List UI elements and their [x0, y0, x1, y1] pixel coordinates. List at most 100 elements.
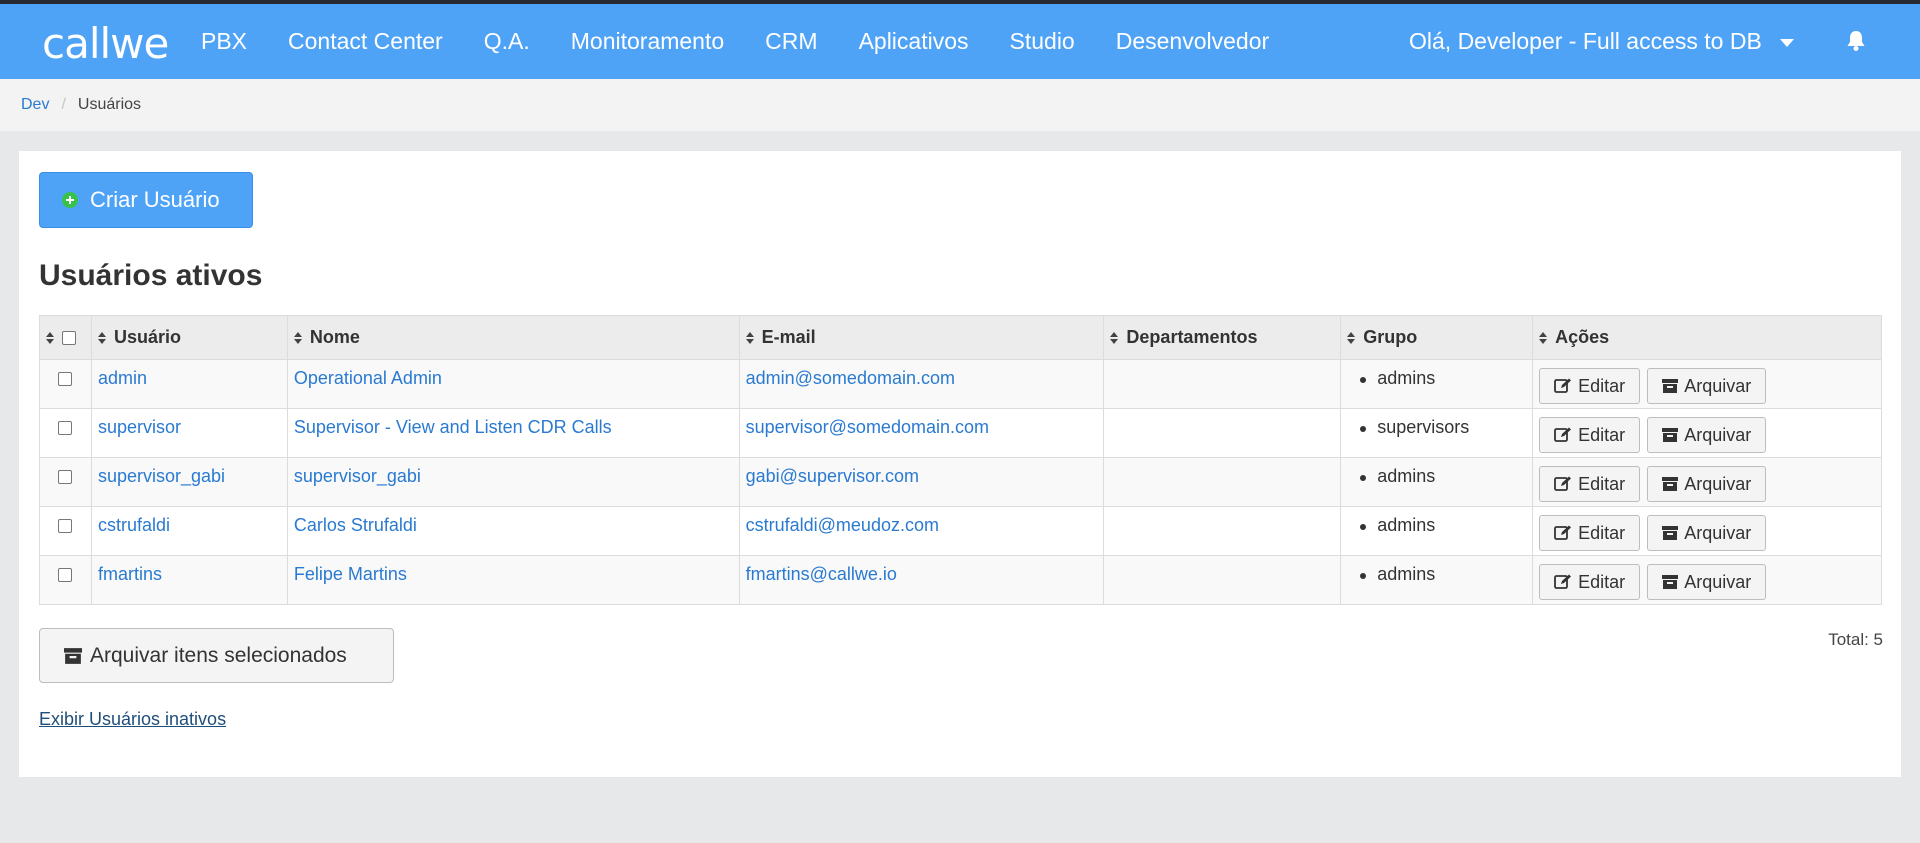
nav-item-desenvolvedor[interactable]: Desenvolvedor	[1116, 28, 1269, 55]
create-user-label: Criar Usuário	[90, 187, 220, 212]
show-inactive-users-link[interactable]: Exibir Usuários inativos	[39, 709, 226, 730]
group-item: supervisors	[1347, 417, 1526, 438]
edit-button[interactable]: Editar	[1539, 564, 1641, 600]
column-header-usuario[interactable]: Usuário	[90, 315, 288, 360]
breadcrumb-dev-link[interactable]: Dev	[21, 96, 49, 114]
edit-icon	[1554, 525, 1572, 540]
plus-circle-icon	[62, 192, 78, 208]
sort-icon	[745, 332, 754, 345]
departments-cell	[1103, 506, 1342, 556]
username-link[interactable]: supervisor	[98, 417, 181, 437]
bell-icon[interactable]	[1846, 30, 1866, 52]
email-link[interactable]: fmartins@callwe.io	[746, 564, 897, 584]
group-item: admins	[1347, 466, 1526, 487]
content-panel: Criar Usuário Usuários ativos Usuário No…	[19, 151, 1901, 777]
main-nav: PBX Contact Center Q.A. Monitoramento CR…	[201, 4, 1310, 79]
nav-item-crm[interactable]: CRM	[765, 28, 817, 55]
edit-button[interactable]: Editar	[1539, 515, 1641, 551]
username-link[interactable]: cstrufaldi	[98, 515, 170, 535]
table-row: fmartins Felipe Martins fmartins@callwe.…	[39, 555, 1882, 605]
table-header-row: Usuário Nome E-mail Departamentos Grupo …	[39, 315, 1882, 360]
group-list: admins	[1347, 564, 1526, 585]
archive-button[interactable]: Arquivar	[1647, 515, 1767, 551]
edit-button[interactable]: Editar	[1539, 417, 1641, 453]
table-row: supervisor_gabi supervisor_gabi gabi@sup…	[39, 457, 1882, 507]
breadcrumb-current: Usuários	[77, 96, 142, 113]
column-header-acoes[interactable]: Ações	[1532, 315, 1882, 360]
username-link[interactable]: fmartins	[98, 564, 162, 584]
edit-button[interactable]: Editar	[1539, 466, 1641, 502]
archive-icon	[64, 647, 82, 664]
sort-icon	[1347, 332, 1356, 345]
edit-icon	[1554, 574, 1572, 589]
column-header-nome[interactable]: Nome	[286, 315, 740, 360]
sort-icon	[97, 332, 106, 345]
user-menu[interactable]: Olá, Developer - Full access to DB	[1409, 4, 1794, 79]
sort-icon	[293, 332, 302, 345]
callwe-logo[interactable]: callwe	[42, 20, 169, 68]
column-header-departamentos[interactable]: Departamentos	[1103, 315, 1342, 360]
email-link[interactable]: gabi@supervisor.com	[746, 466, 919, 486]
row-checkbox[interactable]	[58, 372, 73, 387]
table-row: supervisor Supervisor - View and Listen …	[39, 408, 1882, 458]
nav-item-aplicativos[interactable]: Aplicativos	[859, 28, 969, 55]
caret-down-icon	[1779, 38, 1794, 47]
group-list: admins	[1347, 515, 1526, 536]
sort-icon[interactable]	[46, 332, 54, 345]
name-link[interactable]: Felipe Martins	[294, 564, 407, 584]
departments-cell	[1103, 555, 1342, 605]
select-all-header	[39, 315, 92, 360]
edit-button[interactable]: Editar	[1539, 368, 1641, 404]
departments-cell	[1103, 408, 1342, 458]
archive-button[interactable]: Arquivar	[1647, 466, 1767, 502]
nav-item-pbx[interactable]: PBX	[201, 28, 247, 55]
nav-item-qa[interactable]: Q.A.	[484, 28, 530, 55]
name-link[interactable]: Carlos Strufaldi	[294, 515, 417, 535]
sort-icon	[1110, 332, 1119, 345]
group-item: admins	[1347, 564, 1526, 585]
archive-button[interactable]: Arquivar	[1647, 368, 1767, 404]
archive-icon	[1662, 477, 1679, 491]
nav-item-contact-center[interactable]: Contact Center	[288, 28, 443, 55]
group-item: admins	[1347, 515, 1526, 536]
user-greeting: Olá, Developer - Full access to DB	[1409, 28, 1762, 54]
name-link[interactable]: supervisor_gabi	[294, 466, 421, 486]
row-checkbox[interactable]	[58, 519, 73, 534]
archive-selected-button[interactable]: Arquivar itens selecionados	[39, 628, 394, 683]
table-row: cstrufaldi Carlos Strufaldi cstrufaldi@m…	[39, 506, 1882, 556]
group-list: supervisors	[1347, 417, 1526, 438]
name-link[interactable]: Supervisor - View and Listen CDR Calls	[294, 417, 612, 437]
select-all-checkbox[interactable]	[62, 331, 76, 346]
create-user-button[interactable]: Criar Usuário	[39, 172, 253, 228]
breadcrumb: Dev / Usuários	[0, 79, 1920, 131]
nav-item-monitoramento[interactable]: Monitoramento	[571, 28, 724, 55]
edit-icon	[1554, 378, 1572, 393]
archive-button[interactable]: Arquivar	[1647, 564, 1767, 600]
column-header-email[interactable]: E-mail	[738, 315, 1105, 360]
username-link[interactable]: admin	[98, 368, 147, 388]
table-row: admin Operational Admin admin@somedomain…	[39, 359, 1882, 409]
top-navbar: callwe PBX Contact Center Q.A. Monitoram…	[0, 4, 1920, 79]
row-checkbox[interactable]	[58, 421, 73, 436]
departments-cell	[1103, 457, 1342, 507]
users-table: Usuário Nome E-mail Departamentos Grupo …	[39, 315, 1882, 605]
archive-icon	[1662, 428, 1679, 442]
group-list: admins	[1347, 466, 1526, 487]
email-link[interactable]: cstrufaldi@meudoz.com	[746, 515, 939, 535]
departments-cell	[1103, 359, 1342, 409]
username-link[interactable]: supervisor_gabi	[98, 466, 225, 486]
total-count: Total: 5	[1828, 630, 1883, 649]
nav-item-studio[interactable]: Studio	[1010, 28, 1075, 55]
group-item: admins	[1347, 368, 1526, 389]
email-link[interactable]: admin@somedomain.com	[746, 368, 955, 388]
name-link[interactable]: Operational Admin	[294, 368, 442, 388]
archive-button[interactable]: Arquivar	[1647, 417, 1767, 453]
group-list: admins	[1347, 368, 1526, 389]
row-checkbox[interactable]	[58, 470, 73, 485]
column-header-grupo[interactable]: Grupo	[1340, 315, 1534, 360]
email-link[interactable]: supervisor@somedomain.com	[746, 417, 989, 437]
archive-icon	[1662, 575, 1679, 589]
row-checkbox[interactable]	[58, 568, 73, 583]
page-title: Usuários ativos	[39, 259, 263, 292]
breadcrumb-separator: /	[61, 96, 66, 113]
